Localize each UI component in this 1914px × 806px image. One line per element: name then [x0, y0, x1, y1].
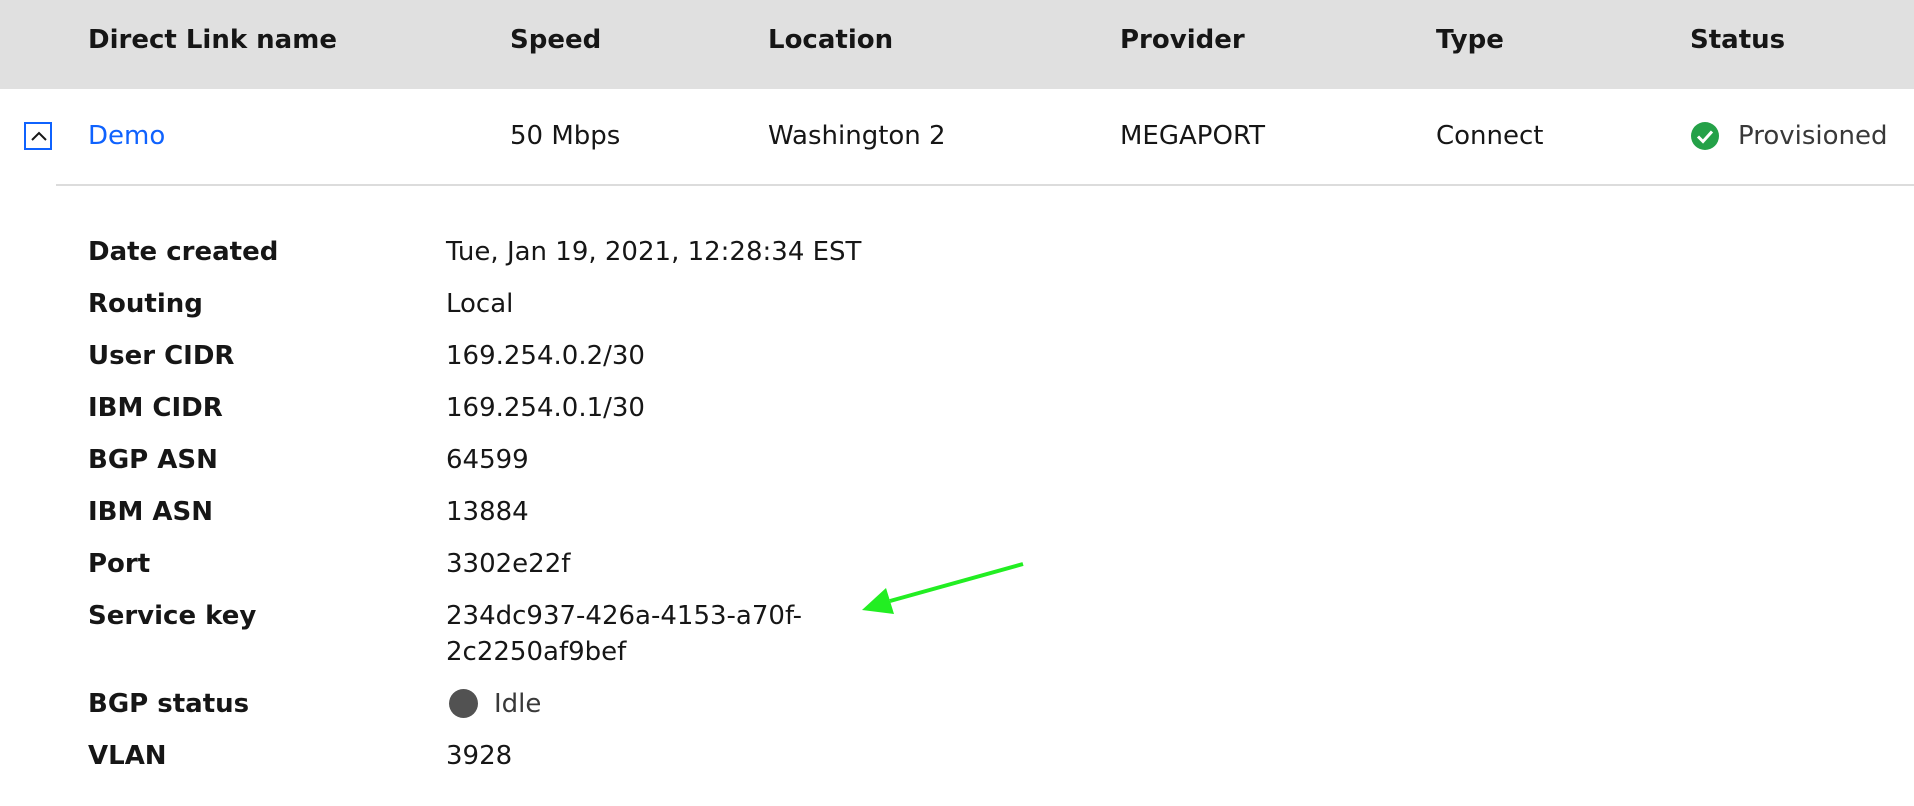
detail-value-service-key-line1: 234dc937-426a-4153-a70f- — [446, 601, 803, 631]
detail-label-service-key: Service key — [88, 601, 257, 631]
detail-value-ibm-asn: 13884 — [446, 497, 529, 527]
detail-value-date-created: Tue, Jan 19, 2021, 12:28:34 EST — [446, 237, 862, 267]
detail-value-bgp-asn: 64599 — [446, 445, 529, 475]
detail-label-bgp-asn: BGP ASN — [88, 445, 218, 475]
header-location[interactable]: Location — [768, 25, 893, 55]
header-speed[interactable]: Speed — [510, 25, 601, 55]
detail-value-service-key-line2: 2c2250af9bef — [446, 637, 627, 667]
row-divider — [56, 184, 1914, 186]
chevron-up-icon — [31, 131, 47, 141]
detail-value-port: 3302e22f — [446, 549, 571, 579]
header-provider[interactable]: Provider — [1120, 25, 1245, 55]
detail-label-date-created: Date created — [88, 237, 279, 267]
collapse-row-button[interactable] — [24, 122, 52, 150]
direct-link-table: Direct Link name Speed Location Provider… — [0, 0, 1914, 806]
detail-value-routing: Local — [446, 289, 514, 319]
cell-type: Connect — [1436, 121, 1544, 151]
table-header: Direct Link name Speed Location Provider… — [0, 0, 1914, 89]
detail-label-vlan: VLAN — [88, 741, 167, 771]
detail-label-ibm-cidr: IBM CIDR — [88, 393, 223, 423]
cell-status: Provisioned — [1738, 121, 1888, 151]
header-status[interactable]: Status — [1690, 25, 1785, 55]
detail-label-bgp-status: BGP status — [88, 689, 250, 719]
detail-label-port: Port — [88, 549, 151, 579]
header-direct-link-name[interactable]: Direct Link name — [88, 25, 337, 55]
cell-provider: MEGAPORT — [1120, 121, 1265, 151]
table-row[interactable] — [0, 89, 1914, 185]
detail-label-routing: Routing — [88, 289, 203, 319]
detail-value-ibm-cidr: 169.254.0.1/30 — [446, 393, 645, 423]
header-type[interactable]: Type — [1436, 25, 1504, 55]
detail-value-user-cidr: 169.254.0.2/30 — [446, 341, 645, 371]
cell-speed: 50 Mbps — [510, 121, 621, 151]
direct-link-name-link[interactable]: Demo — [88, 121, 165, 151]
detail-label-user-cidr: User CIDR — [88, 341, 235, 371]
idle-circle-icon — [449, 689, 478, 718]
arrow-icon — [862, 562, 1024, 614]
detail-label-ibm-asn: IBM ASN — [88, 497, 214, 527]
checkmark-filled-icon — [1691, 122, 1719, 150]
cell-location: Washington 2 — [768, 121, 946, 151]
detail-value-vlan: 3928 — [446, 741, 513, 771]
detail-value-bgp-status: Idle — [494, 689, 542, 719]
